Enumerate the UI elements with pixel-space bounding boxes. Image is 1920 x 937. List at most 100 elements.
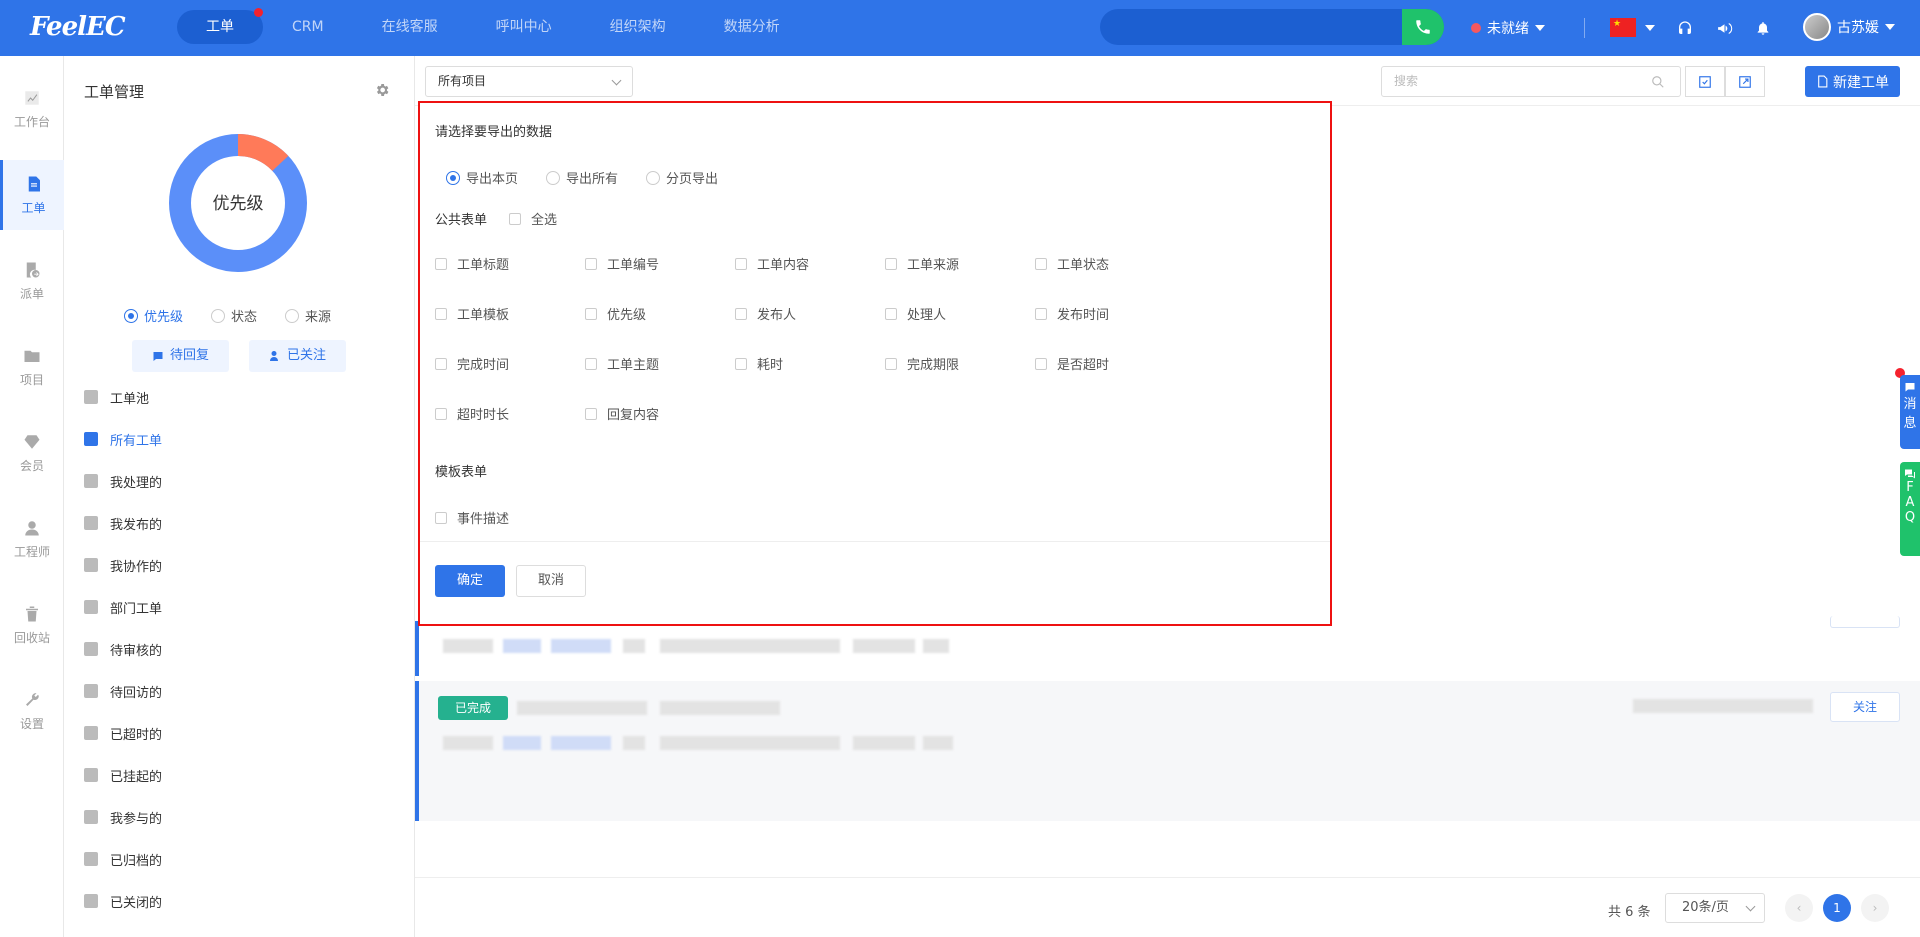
template-form-label: 模板表单 bbox=[435, 465, 488, 480]
field-checkbox[interactable]: 回复内容 bbox=[585, 404, 659, 423]
radio-export-all[interactable]: 导出所有 bbox=[546, 168, 618, 187]
field-checkbox[interactable]: 工单来源 bbox=[885, 254, 959, 273]
row-accent-bar bbox=[415, 621, 419, 676]
rail-item-dispatch[interactable]: 派单 bbox=[0, 246, 64, 316]
menu-item-suspended[interactable]: 已挂起的 bbox=[84, 754, 404, 796]
rail-item-project[interactable]: 项目 bbox=[0, 332, 64, 402]
radio-export-paged[interactable]: 分页导出 bbox=[646, 168, 718, 187]
nav-tab-crm[interactable]: CRM bbox=[263, 10, 353, 44]
call-button[interactable] bbox=[1402, 9, 1444, 45]
menu-label: 部门工单 bbox=[110, 601, 163, 617]
user-menu[interactable]: 古苏媛 bbox=[1803, 13, 1895, 41]
cancel-button[interactable]: 取消 bbox=[516, 565, 586, 597]
field-checkbox[interactable]: 工单编号 bbox=[585, 254, 659, 273]
button-label: 新建工单 bbox=[1833, 74, 1889, 91]
headset-icon[interactable] bbox=[1674, 17, 1696, 39]
pool-icon bbox=[84, 390, 98, 404]
menu-item-overdue[interactable]: 已超时的 bbox=[84, 712, 404, 754]
field-checkbox[interactable]: 工单标题 bbox=[435, 254, 509, 273]
page-size-select[interactable]: 20条/页 bbox=[1665, 893, 1765, 923]
project-select[interactable]: 所有项目 bbox=[425, 66, 633, 97]
phone-icon bbox=[1416, 20, 1430, 34]
menu-item-pending-visit[interactable]: 待回访的 bbox=[84, 670, 404, 712]
radio-status[interactable]: 状态 bbox=[211, 306, 257, 325]
menu-item-all[interactable]: 所有工单 bbox=[84, 418, 404, 460]
nav-tab-online-service[interactable]: 在线客服 bbox=[353, 10, 467, 44]
field-checkbox[interactable]: 工单状态 bbox=[1035, 254, 1109, 273]
field-checkbox[interactable]: 超时时长 bbox=[435, 404, 509, 423]
priority-donut-chart[interactable]: 优先级 bbox=[167, 132, 309, 274]
menu-item-published[interactable]: 我发布的 bbox=[84, 502, 404, 544]
blurred-text bbox=[660, 639, 840, 653]
field-checkbox[interactable]: 发布时间 bbox=[1035, 304, 1109, 323]
rail-item-member[interactable]: 会员 bbox=[0, 418, 64, 488]
field-checkbox[interactable]: 工单内容 bbox=[735, 254, 809, 273]
export-button[interactable] bbox=[1725, 66, 1765, 97]
field-checkbox-event-desc[interactable]: 事件描述 bbox=[435, 508, 509, 527]
field-checkbox[interactable]: 耗时 bbox=[735, 354, 783, 373]
follow-button-partial[interactable] bbox=[1830, 616, 1900, 628]
menu-item-handled[interactable]: 我处理的 bbox=[84, 460, 404, 502]
import-button[interactable] bbox=[1685, 66, 1725, 97]
agent-status-dropdown[interactable]: 未就绪 bbox=[1471, 18, 1545, 38]
rail-item-engineer[interactable]: 工程师 bbox=[0, 504, 64, 574]
blurred-text bbox=[853, 639, 915, 653]
dial-input[interactable] bbox=[1100, 9, 1444, 45]
menu-item-collaborated[interactable]: 我协作的 bbox=[84, 544, 404, 586]
reply-icon bbox=[153, 352, 163, 361]
field-checkbox[interactable]: 完成时间 bbox=[435, 354, 509, 373]
field-checkbox[interactable]: 处理人 bbox=[885, 304, 946, 323]
field-checkbox[interactable]: 是否超时 bbox=[1035, 354, 1109, 373]
select-all-checkbox[interactable]: 全选 bbox=[509, 209, 557, 228]
menu-item-department[interactable]: 部门工单 bbox=[84, 586, 404, 628]
confirm-button[interactable]: 确定 bbox=[435, 565, 505, 597]
rail-item-settings[interactable]: 设置 bbox=[0, 676, 64, 746]
rail-item-recycle[interactable]: 回收站 bbox=[0, 590, 64, 660]
megaphone-icon[interactable] bbox=[1713, 17, 1735, 39]
followed-button[interactable]: 已关注 bbox=[249, 340, 347, 372]
message-tab[interactable]: 消 息 bbox=[1900, 375, 1920, 449]
radio-source[interactable]: 来源 bbox=[285, 306, 331, 325]
menu-item-participated[interactable]: 我参与的 bbox=[84, 796, 404, 838]
radio-priority[interactable]: 优先级 bbox=[124, 306, 183, 325]
new-workorder-button[interactable]: 新建工单 bbox=[1805, 66, 1900, 97]
bell-icon[interactable] bbox=[1752, 17, 1774, 39]
checkbox-label: 完成时间 bbox=[457, 358, 510, 373]
radio-export-page[interactable]: 导出本页 bbox=[446, 168, 518, 187]
search-input[interactable]: 搜索 bbox=[1381, 66, 1681, 97]
menu-item-closed[interactable]: 已关闭的 bbox=[84, 880, 404, 922]
menu-item-pool[interactable]: 工单池 bbox=[84, 376, 404, 418]
rail-item-workbench[interactable]: 工作台 bbox=[0, 74, 64, 144]
field-checkbox[interactable]: 优先级 bbox=[585, 304, 646, 323]
faq-tab[interactable]: F A Q bbox=[1900, 462, 1920, 556]
brand-logo[interactable]: FeelEC bbox=[30, 12, 126, 42]
page-prev-button[interactable]: ‹ bbox=[1785, 894, 1813, 922]
field-checkbox[interactable]: 发布人 bbox=[735, 304, 796, 323]
field-checkbox[interactable]: 完成期限 bbox=[885, 354, 959, 373]
menu-item-archived[interactable]: 已归档的 bbox=[84, 838, 404, 880]
page-next-button[interactable]: › bbox=[1861, 894, 1889, 922]
nav-tab-organization[interactable]: 组织架构 bbox=[581, 10, 695, 44]
checkbox-box bbox=[585, 357, 597, 370]
gear-icon[interactable] bbox=[374, 82, 390, 98]
field-checkbox[interactable]: 工单主题 bbox=[585, 354, 659, 373]
checkbox-label: 工单主题 bbox=[607, 358, 660, 373]
radio-label: 导出本页 bbox=[466, 172, 519, 187]
checkbox-label: 事件描述 bbox=[457, 512, 510, 527]
checkbox-box bbox=[435, 307, 447, 320]
follow-button[interactable]: 关注 bbox=[1830, 692, 1900, 722]
language-chevron-down-icon[interactable] bbox=[1645, 25, 1655, 31]
dispatch-icon bbox=[26, 262, 40, 277]
nav-tab-analytics[interactable]: 数据分析 bbox=[695, 10, 809, 44]
pending-reply-button[interactable]: 待回复 bbox=[132, 340, 230, 372]
menu-item-pending-review[interactable]: 待审核的 bbox=[84, 628, 404, 670]
checkbox-label: 发布时间 bbox=[1057, 308, 1110, 323]
rail-label: 工作台 bbox=[13, 114, 50, 129]
department-folder-icon bbox=[84, 600, 98, 614]
field-checkbox[interactable]: 工单模板 bbox=[435, 304, 509, 323]
nav-tab-workorder[interactable]: 工单 bbox=[177, 8, 263, 44]
china-flag-icon[interactable]: ★ bbox=[1610, 18, 1636, 37]
nav-tab-call-center[interactable]: 呼叫中心 bbox=[467, 10, 581, 44]
rail-item-workorder[interactable]: 工单 bbox=[0, 160, 64, 230]
page-number-button[interactable]: 1 bbox=[1823, 894, 1851, 922]
